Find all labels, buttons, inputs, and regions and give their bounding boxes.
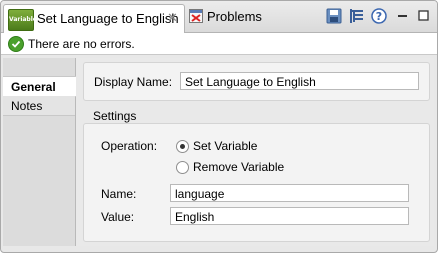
tab-title: Set Language to English	[37, 11, 179, 26]
nav-item-label: Notes	[11, 99, 43, 113]
nav-item-notes[interactable]: Notes	[3, 96, 75, 116]
problems-icon	[189, 9, 203, 23]
set-variable-radio[interactable]	[176, 140, 189, 153]
status-bar: There are no errors.	[1, 33, 437, 55]
set-variable-label[interactable]: Set Variable	[193, 139, 257, 153]
svg-text:?: ?	[376, 10, 382, 23]
side-nav: General Notes	[3, 58, 76, 246]
name-label: Name:	[101, 187, 137, 201]
display-name-label: Display Name:	[94, 75, 173, 89]
remove-variable-label[interactable]: Remove Variable	[193, 160, 284, 174]
display-name-group: Display Name: Set Language to English	[83, 62, 430, 101]
settings-group: Operation: Set Variable Remove Variable …	[83, 123, 430, 242]
value-field[interactable]: English	[170, 207, 409, 225]
general-panel: Display Name: Set Language to English Se…	[76, 58, 434, 246]
hierarchy-icon[interactable]	[348, 7, 366, 25]
settings-title: Settings	[93, 109, 137, 123]
editor-window: Variable Set Language to English ✕ Probl…	[0, 0, 438, 253]
tab-title: Problems	[207, 9, 262, 24]
save-icon[interactable]	[325, 7, 343, 25]
minimize-icon[interactable]	[394, 7, 412, 25]
display-name-field[interactable]: Set Language to English	[180, 72, 419, 90]
check-icon	[8, 36, 24, 52]
variable-icon: Variable	[8, 9, 37, 31]
operation-label: Operation:	[101, 139, 158, 153]
nav-item-general[interactable]: General	[3, 76, 76, 97]
close-icon[interactable]: ✕	[167, 10, 178, 26]
tab-set-language[interactable]: Variable Set Language to English ✕	[3, 4, 185, 34]
value-label: Value:	[101, 210, 135, 224]
tab-bar: Variable Set Language to English ✕ Probl…	[1, 1, 437, 34]
nav-item-label: General	[11, 80, 56, 94]
maximize-icon[interactable]	[415, 7, 433, 25]
name-field[interactable]: language	[170, 184, 409, 202]
remove-variable-radio[interactable]	[176, 161, 189, 174]
status-text: There are no errors.	[28, 37, 135, 51]
help-icon[interactable]: ?	[370, 7, 388, 25]
